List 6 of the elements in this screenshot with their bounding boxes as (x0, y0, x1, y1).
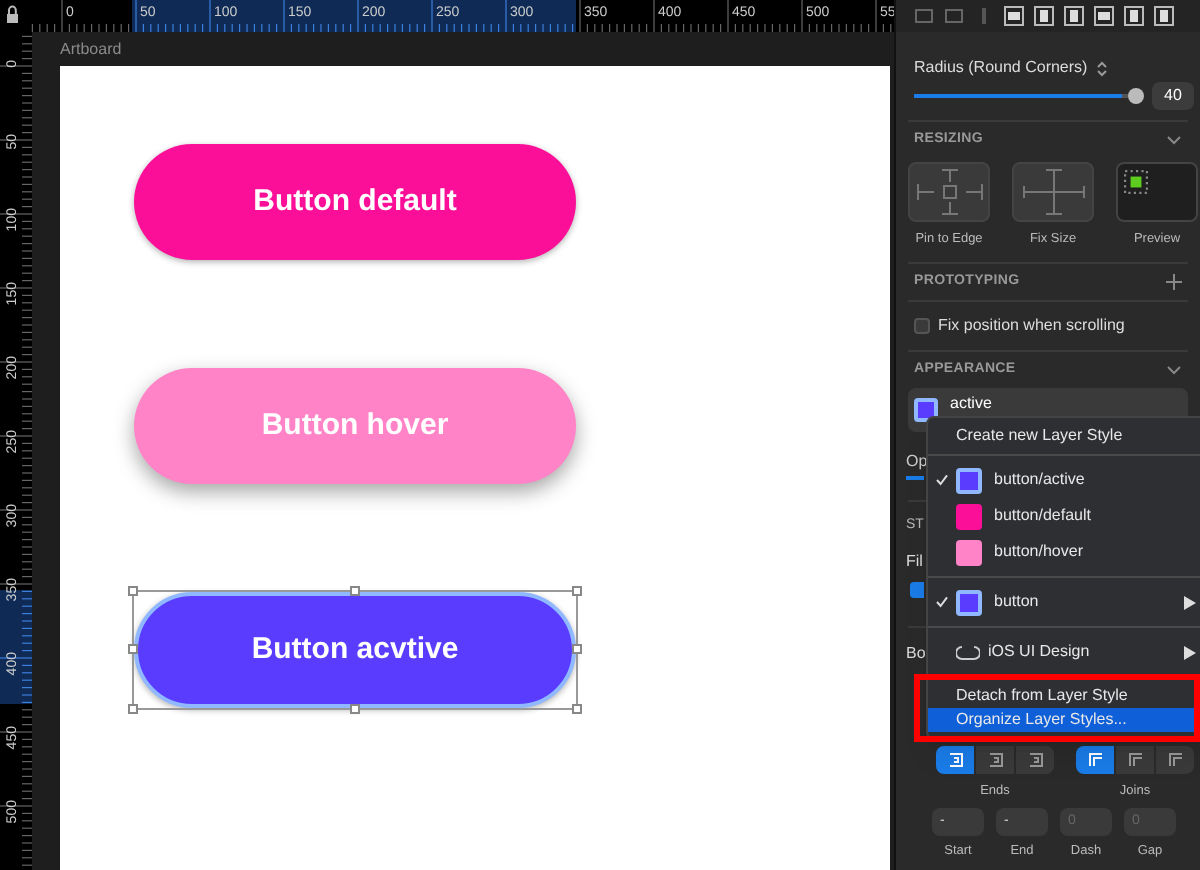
style-name: active (950, 391, 992, 416)
checkbox-label: Fix position when scrolling (938, 313, 1125, 338)
radius-label: Radius (Round Corners) (914, 56, 1088, 80)
field-label: Bo (906, 641, 926, 662)
field-label: Fil (906, 549, 923, 574)
artboard-label: Artboard (60, 38, 124, 62)
